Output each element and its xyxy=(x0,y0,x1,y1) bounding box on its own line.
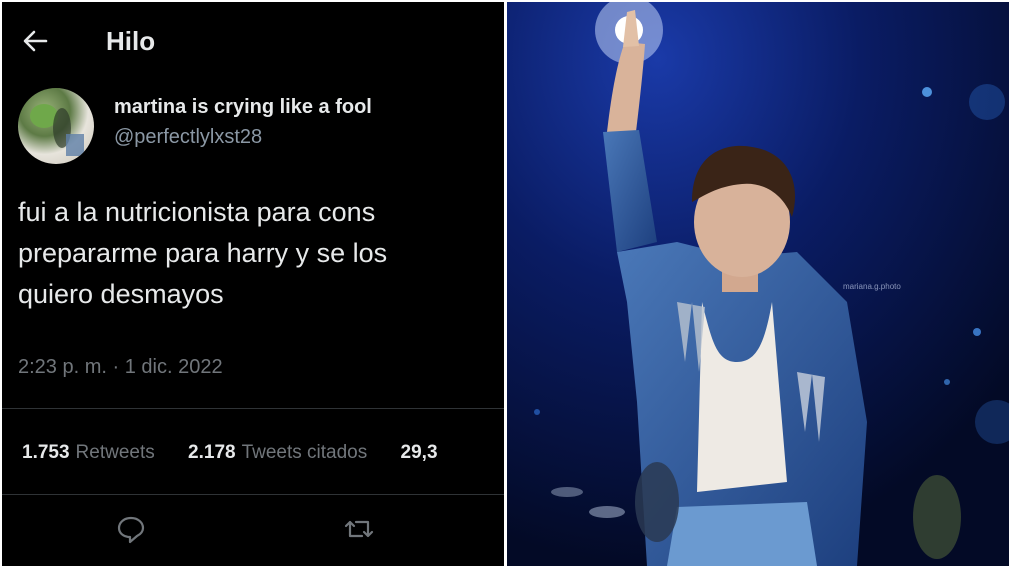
retweet-icon[interactable] xyxy=(342,512,376,546)
divider xyxy=(2,494,504,495)
likes-count: 29,3 xyxy=(400,442,438,463)
author-name[interactable]: martina is crying like a fool xyxy=(114,96,372,119)
tweet-stats: 1.753 Retweets 2.178 Tweets citados 29,3 xyxy=(22,442,472,464)
arrow-left-icon[interactable] xyxy=(20,26,50,56)
photo-credit: mariana.g.photo xyxy=(843,282,901,291)
page-title: Hilo xyxy=(106,26,156,56)
quotes-count: 2.178 xyxy=(188,442,236,463)
tweet-screenshot-panel: Hilo martina is crying like a fool @perf… xyxy=(2,2,504,566)
quotes-stat[interactable]: 2.178 Tweets citados xyxy=(188,442,367,464)
tweet-text-line: prepararme para harry y se los xyxy=(18,238,388,268)
reply-icon[interactable] xyxy=(114,512,148,546)
author-handle[interactable]: @perfectlylxst28 xyxy=(114,126,262,149)
concert-photo: mariana.g.photo xyxy=(507,2,1009,566)
tweet-text-line: fui a la nutricionista para cons xyxy=(18,197,376,227)
divider xyxy=(2,408,504,409)
tweet-text-line: quiero desmayos xyxy=(18,279,224,309)
retweets-stat[interactable]: 1.753 Retweets xyxy=(22,442,155,464)
tweet-actions xyxy=(2,512,504,552)
performer-illustration xyxy=(507,2,1009,566)
retweets-label: Retweets xyxy=(75,442,155,463)
tweet-timestamp[interactable]: 2:23 p. m. · 1 dic. 2022 xyxy=(18,356,223,379)
likes-stat[interactable]: 29,3 xyxy=(401,442,444,464)
quotes-label: Tweets citados xyxy=(241,442,368,463)
tweet-text: fui a la nutricionista para cons prepara… xyxy=(18,192,504,315)
avatar[interactable] xyxy=(18,88,94,164)
thread-header: Hilo xyxy=(2,20,504,64)
retweets-count: 1.753 xyxy=(22,442,70,463)
